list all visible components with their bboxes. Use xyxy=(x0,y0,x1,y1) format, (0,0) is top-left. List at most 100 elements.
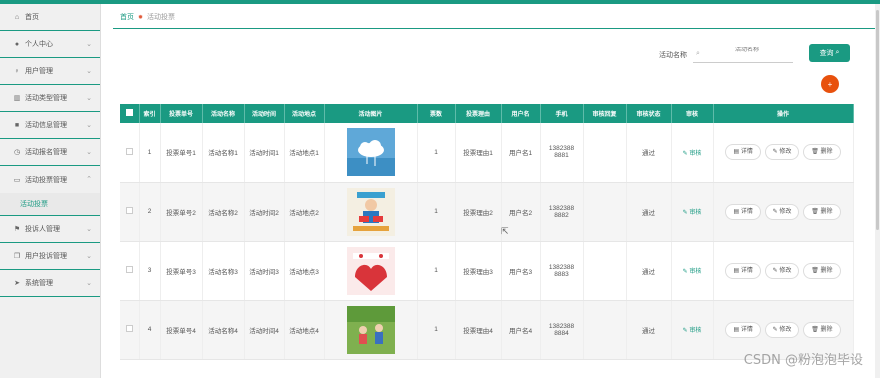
main-content: 首页 ✹ 活动投票 活动名称 ⌕ 查询 ⌕ + 索引 投票单号 活动名称 活动时… xyxy=(101,4,880,378)
chevron-down-icon: ⌄ xyxy=(86,149,92,156)
delete-button[interactable]: 🗑 删除 xyxy=(803,321,841,338)
detail-button[interactable]: ▤ 详情 xyxy=(725,262,761,279)
message-icon: ▭ xyxy=(13,176,21,184)
breadcrumb: 首页 ✹ 活动投票 xyxy=(120,12,175,22)
detail-icon: ▤ xyxy=(733,208,740,215)
detail-button[interactable]: ▤ 详情 xyxy=(725,144,761,161)
cell-vote-no: 投票单号2 xyxy=(160,182,203,242)
search-button[interactable]: 查询 ⌕ xyxy=(809,44,850,62)
sidebar-item-system[interactable]: ➤ 系统管理 ⌄ xyxy=(0,270,100,297)
watermark: CSDN @粉泡泡毕设 xyxy=(743,353,863,368)
col-header: 审核状态 xyxy=(626,104,672,123)
delete-button[interactable]: 🗑 删除 xyxy=(803,262,841,279)
trash-icon: 🗑 xyxy=(811,149,819,156)
clock-icon: ◷ xyxy=(13,149,21,156)
user-manage-icon: ♀ xyxy=(14,67,20,75)
cell-index: 1 xyxy=(139,123,161,183)
col-header: 活动图片 xyxy=(324,104,418,123)
chevron-down-icon: ⌄ xyxy=(86,280,92,287)
sidebar-item-activity-types[interactable]: ▥ 活动类型管理 ⌄ xyxy=(0,85,100,112)
sidebar-item-user-complaint[interactable]: ❐ 用户投诉管理 ⌄ xyxy=(0,243,100,270)
cell-votes: 1 xyxy=(417,241,456,301)
col-header: 审核 xyxy=(671,104,714,123)
cell-reply xyxy=(583,182,627,242)
sidebar-item-label: 系统管理 xyxy=(25,280,53,287)
cell-image xyxy=(324,182,418,242)
scrollbar[interactable] xyxy=(875,4,880,378)
row-checkbox[interactable] xyxy=(125,147,133,155)
breadcrumb-home[interactable]: 首页 xyxy=(120,12,134,22)
cell-reason: 投票理由4 xyxy=(455,300,502,360)
sidebar-item-users[interactable]: ♀ 用户管理 ⌄ xyxy=(0,58,100,85)
row-checkbox[interactable] xyxy=(125,207,133,214)
detail-button[interactable]: ▤ 详情 xyxy=(725,203,761,220)
row-checkbox[interactable] xyxy=(125,266,133,273)
activity-image xyxy=(346,246,395,295)
edit-button[interactable]: ✎ 修改 xyxy=(764,262,800,279)
edit-button[interactable]: ✎ 修改 xyxy=(764,144,800,161)
delete-button[interactable]: 🗑 删除 xyxy=(803,203,841,220)
copy-icon: ❐ xyxy=(13,253,21,260)
edit-icon: ✎ xyxy=(772,149,778,156)
cell-votes: 1 xyxy=(417,123,456,183)
select-all-checkbox[interactable] xyxy=(120,104,140,123)
sidebar-item-label: 活动类型管理 xyxy=(25,95,67,102)
cell-image xyxy=(324,241,418,301)
edit-button[interactable]: ✎ 修改 xyxy=(764,321,800,338)
cell-place: 活动地点2 xyxy=(284,182,325,242)
delete-button[interactable]: 🗑 删除 xyxy=(803,144,841,161)
sidebar-item-activity-info[interactable]: ■ 活动信息管理 ⌄ xyxy=(0,112,100,139)
sidebar-subitem-vote[interactable]: 活动投票 xyxy=(0,193,100,216)
detail-button[interactable]: ▤ 详情 xyxy=(725,321,761,338)
search-field[interactable]: ⌕ xyxy=(693,47,815,63)
search-input[interactable] xyxy=(735,47,815,53)
row-checkbox[interactable] xyxy=(125,325,133,332)
activity-image xyxy=(346,128,395,177)
sidebar-item-activity-signup[interactable]: ◷ 活动报名管理 ⌄ xyxy=(0,139,100,166)
cell-index: 4 xyxy=(139,300,161,360)
sidebar-item-profile[interactable]: ● 个人中心 ⌄ xyxy=(0,31,100,58)
sidebar-item-label: 用户管理 xyxy=(25,68,53,75)
audit-link[interactable]: ✎ 审核 xyxy=(671,300,714,360)
chevron-down-icon: ⌄ xyxy=(86,41,92,48)
edit-icon: ✎ xyxy=(682,269,688,275)
edit-icon: ✎ xyxy=(682,210,688,216)
chevron-down-icon: ⌄ xyxy=(86,68,92,75)
search-icon: ⌕ xyxy=(696,50,700,57)
cell-actions: ▤ 详情 ✎ 修改 🗑 删除 xyxy=(713,241,854,301)
col-header: 投票理由 xyxy=(455,104,502,123)
audit-link[interactable]: ✎ 审核 xyxy=(671,123,714,183)
chevron-down-icon: ⌄ xyxy=(86,122,92,129)
sidebar-item-complainant[interactable]: ⚑ 投诉人管理 ⌄ xyxy=(0,216,100,243)
cell-status: 通过 xyxy=(626,123,672,183)
audit-link[interactable]: ✎ 审核 xyxy=(671,241,714,301)
col-header: 审核回复 xyxy=(583,104,627,123)
edit-button[interactable]: ✎ 修改 xyxy=(764,203,800,220)
col-header: 用户名 xyxy=(501,104,541,123)
cell-votes: 1 xyxy=(417,182,456,242)
add-button[interactable]: + xyxy=(821,75,839,93)
send-icon: ➤ xyxy=(14,280,20,287)
audit-link[interactable]: ✎ 审核 xyxy=(671,182,714,242)
scrollbar-thumb[interactable] xyxy=(876,10,879,230)
cell-name: 活动名称1 xyxy=(202,123,245,183)
col-header: 操作 xyxy=(713,104,854,123)
detail-icon: ▤ xyxy=(733,326,740,333)
sidebar-item-label: 投诉人管理 xyxy=(25,226,60,233)
sidebar-item-activity-vote[interactable]: ▭ 活动投票管理 ⌃ xyxy=(0,166,100,193)
cell-reply xyxy=(583,300,627,360)
col-header: 票数 xyxy=(417,104,456,123)
detail-icon: ▤ xyxy=(733,267,740,274)
mouse-cursor-icon: ⇱ xyxy=(501,226,509,236)
cell-name: 活动名称3 xyxy=(202,241,245,301)
vote-table: 索引 投票单号 活动名称 活动时间 活动地点 活动图片 票数 投票理由 用户名 … xyxy=(120,104,854,360)
chevron-down-icon: ⌄ xyxy=(86,226,92,233)
cell-user: 用户名1 xyxy=(501,123,541,183)
breadcrumb-current: 活动投票 xyxy=(147,14,176,21)
sidebar-item-home[interactable]: ⌂ 首页 xyxy=(0,4,100,31)
cell-phone: 1382388 8883 xyxy=(540,241,584,301)
sidebar-item-label: 活动报名管理 xyxy=(25,149,67,156)
trash-icon: 🗑 xyxy=(811,267,819,274)
cell-user: 用户名4 xyxy=(501,300,541,360)
sidebar-item-label: 用户投诉管理 xyxy=(25,253,67,260)
